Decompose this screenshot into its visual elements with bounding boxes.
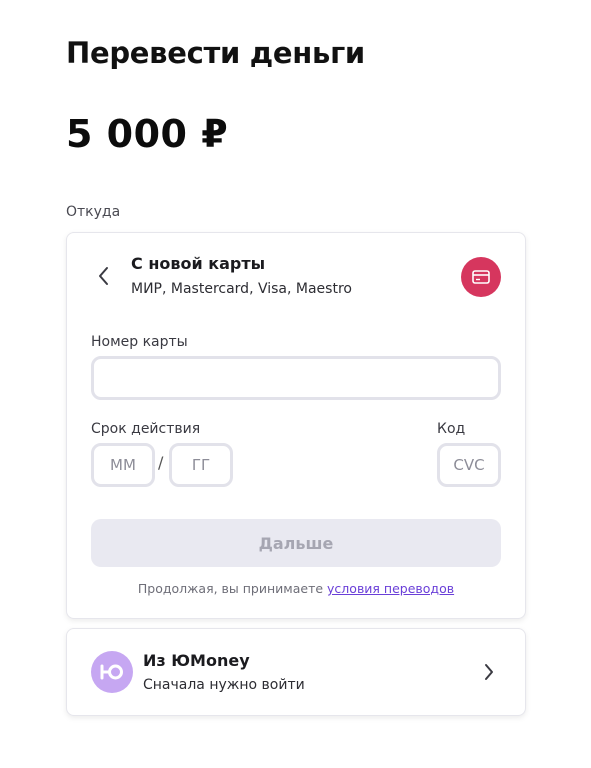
terms-text: Продолжая, вы принимаете [137,581,324,596]
chevron-right-icon [485,664,493,680]
next-button[interactable]: Дальше [91,519,501,567]
yoomoney-title: Из ЮMoney [143,651,250,670]
expiry-month-input[interactable] [91,443,155,487]
card-number-label: Номер карты [91,334,188,350]
yoomoney-open-button[interactable] [481,659,497,685]
terms-link[interactable]: условия переводов [327,581,454,596]
card-badge [461,257,501,297]
terms-notice: Продолжая, вы принимаете условия перевод… [67,581,525,596]
new-card-title: С новой карты [131,254,266,273]
credit-card-icon [472,270,490,284]
page-title: Перевести деньги [66,36,365,70]
chevron-left-icon [99,267,108,285]
yoomoney-option[interactable]: Из ЮMoney Сначала нужно войти [66,628,526,716]
back-button[interactable] [95,265,111,287]
expiry-label: Срок действия [91,421,201,437]
transfer-amount: 5 000 ₽ [66,112,229,156]
yoomoney-subtitle: Сначала нужно войти [143,677,305,693]
code-label: Код [437,421,466,437]
source-label: Откуда [66,204,121,220]
date-separator: / [158,453,164,472]
yoomoney-logo [91,651,133,693]
new-card-subtitle: МИР, Mastercard, Visa, Maestro [131,281,352,297]
new-card-panel: С новой карты МИР, Mastercard, Visa, Mae… [66,232,526,619]
card-number-input[interactable] [91,356,501,400]
expiry-year-input[interactable] [169,443,233,487]
cvc-input[interactable] [437,443,501,487]
yoomoney-icon [100,664,123,680]
